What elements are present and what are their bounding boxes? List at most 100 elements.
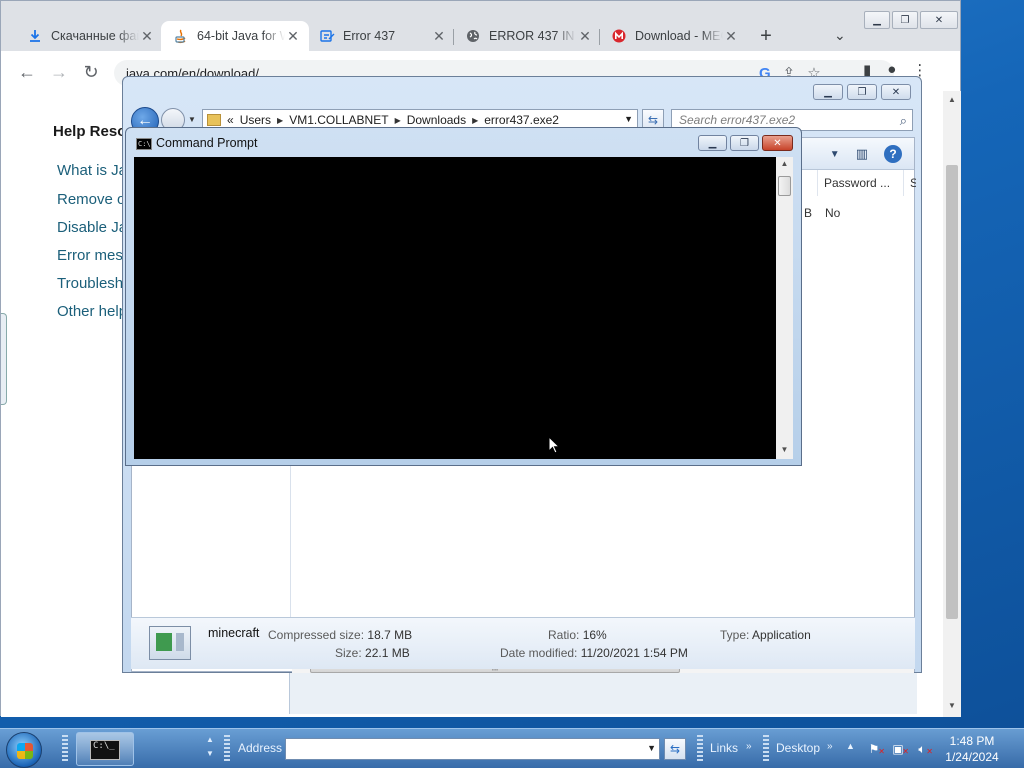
network-icon[interactable]: ▣ <box>890 741 909 760</box>
tab-downloads[interactable]: Скачанные файлы ✕ <box>15 21 163 51</box>
type-row: Type: Application <box>720 628 811 642</box>
close-button[interactable]: ✕ <box>920 11 958 29</box>
close-icon[interactable]: ✕ <box>431 28 447 45</box>
ratio-label: Ratio: <box>548 628 580 642</box>
scroll-down-icon[interactable]: ▼ <box>776 445 793 454</box>
close-icon[interactable]: ✕ <box>139 28 155 45</box>
chevron-right-icon[interactable]: » <box>827 741 833 752</box>
taskbar: C:\_ ▲ ▼ Address ▼ ⇆ Links » Desktop » ▲ … <box>0 728 1024 768</box>
background-panel <box>289 673 917 714</box>
views-dropdown-icon[interactable]: ▼ <box>830 149 840 160</box>
chevron-right-icon[interactable]: ▶ <box>277 116 283 125</box>
console-scrollbar[interactable]: ▲ ▼ <box>776 157 793 459</box>
compressed-size-label: Compressed size: <box>268 628 365 642</box>
column-header-size[interactable]: Si <box>903 170 916 196</box>
taskbar-address-input[interactable]: ▼ <box>285 738 660 760</box>
console-icon: C:\ <box>136 138 152 150</box>
type-value: Application <box>752 628 811 642</box>
edit-icon <box>319 28 335 44</box>
toolbar-grip[interactable] <box>62 735 68 763</box>
minimize-button[interactable]: ▁ <box>864 11 890 29</box>
side-drawer-handle[interactable] <box>1 313 7 405</box>
taskbar-command-prompt[interactable]: C:\_ <box>76 732 134 766</box>
forward-arrow-icon[interactable]: → <box>47 60 71 84</box>
scroll-up-icon[interactable]: ▲ <box>776 159 793 168</box>
scroll-down-icon[interactable]: ▼ <box>943 699 961 713</box>
maximize-button[interactable]: ❐ <box>847 84 877 100</box>
details-pane: minecraft Compressed size: 18.7 MB Size:… <box>131 617 915 669</box>
minimize-button[interactable]: ▁ <box>813 84 843 100</box>
tab-title: Error 437 <box>343 29 396 43</box>
chevron-down-icon[interactable]: ▼ <box>647 743 656 753</box>
toolbar-grip[interactable] <box>763 735 769 763</box>
chevron-right-icon[interactable]: » <box>746 741 752 752</box>
volume-icon[interactable]: 🔈︎ <box>914 741 933 760</box>
tab-title: Download - MEGA <box>635 29 723 43</box>
tab-title: ERROR 437 IN MINECRAFT <box>489 29 577 43</box>
chevron-right-icon[interactable]: ▶ <box>395 116 401 125</box>
page-scrollbar[interactable]: ▲ ▼ <box>943 91 961 717</box>
new-tab-button[interactable]: + <box>755 25 777 48</box>
search-placeholder: Search error437.exe2 <box>679 113 796 127</box>
desktop-toolbar-label[interactable]: Desktop <box>776 741 820 755</box>
tab-mega-download[interactable]: Download - MEGA ✕ <box>599 21 747 51</box>
compressed-size-value: 18.7 MB <box>367 628 413 642</box>
search-icon[interactable]: ⌕ <box>900 111 907 131</box>
tab-title: Скачанные файлы <box>51 29 139 43</box>
taskbar-scroll-icon[interactable]: ▲ ▼ <box>205 733 215 761</box>
command-bar-icons: ▼ ▥ ? <box>830 145 902 163</box>
tab-title: 64-bit Java for Windows <box>197 29 285 43</box>
scrollbar-thumb[interactable] <box>778 176 791 196</box>
command-prompt-window[interactable]: C:\ Command Prompt ▁ ❐ ✕ ▲ ▼ <box>125 127 802 466</box>
console-output[interactable] <box>134 157 776 459</box>
breadcrumb-downloads[interactable]: Downloads <box>407 113 466 127</box>
chevron-down-icon[interactable]: ▼ <box>624 114 633 124</box>
action-center-icon[interactable]: ⚑ <box>866 741 885 760</box>
close-button[interactable]: ✕ <box>762 135 793 151</box>
close-icon[interactable]: ✕ <box>285 28 301 45</box>
go-icon[interactable]: ⇆ <box>664 738 686 760</box>
java-icon <box>173 28 189 44</box>
breadcrumb-archive[interactable]: error437.exe2 <box>484 113 559 127</box>
browser-window-controls: ▁ ❐ ✕ <box>864 11 960 29</box>
chevron-down-icon[interactable]: ▼ <box>188 115 196 124</box>
start-button[interactable] <box>6 732 42 768</box>
breadcrumb-overflow[interactable]: « <box>227 113 234 127</box>
toolbar-grip[interactable] <box>697 735 703 763</box>
close-icon[interactable]: ✕ <box>577 28 593 45</box>
scroll-up-icon[interactable]: ▲ <box>943 93 961 107</box>
chevron-right-icon[interactable]: ▶ <box>472 116 478 125</box>
close-button[interactable]: ✕ <box>881 84 911 100</box>
maximize-button[interactable]: ❐ <box>892 11 918 29</box>
globe-icon <box>465 28 481 44</box>
show-hidden-icons[interactable]: ▲ <box>846 741 855 751</box>
toolbar-grip[interactable] <box>224 735 230 763</box>
ratio-value: 16% <box>582 628 607 642</box>
tab-java-download[interactable]: 64-bit Java for Windows ✕ <box>161 21 309 51</box>
chevron-down-icon[interactable]: ⌄ <box>834 27 846 44</box>
links-toolbar-label[interactable]: Links <box>710 741 738 755</box>
system-clock[interactable]: 1:48 PM 1/24/2024 <box>930 733 1014 765</box>
date-modified-value: 11/20/2021 1:54 PM <box>580 646 688 660</box>
ratio-row: Ratio: 16% <box>548 628 607 642</box>
scrollbar-thumb[interactable] <box>946 165 958 619</box>
size-row: Size: 22.1 MB <box>335 646 410 660</box>
tab-error-437[interactable]: Error 437 ✕ <box>307 21 455 51</box>
window-title: Command Prompt <box>156 136 258 150</box>
breadcrumb-users[interactable]: Users <box>240 113 271 127</box>
file-name: minecraft <box>208 626 260 640</box>
close-icon[interactable]: ✕ <box>723 28 739 45</box>
preview-pane-icon[interactable]: ▥ <box>856 146 868 162</box>
back-arrow-icon[interactable]: ← <box>15 60 39 84</box>
column-header-password[interactable]: Password ... <box>817 170 903 196</box>
breadcrumb-user[interactable]: VM1.COLLABNET <box>289 113 388 127</box>
mega-icon <box>611 28 627 44</box>
clock-time: 1:48 PM <box>949 734 995 748</box>
help-icon[interactable]: ? <box>884 145 902 163</box>
tab-error-437-minecraft[interactable]: ERROR 437 IN MINECRAFT ✕ <box>453 21 601 51</box>
reload-icon[interactable]: ↻ <box>79 60 103 84</box>
maximize-button[interactable]: ❐ <box>730 135 759 151</box>
minimize-button[interactable]: ▁ <box>698 135 727 151</box>
compressed-size-row: Compressed size: 18.7 MB <box>268 628 412 642</box>
help-link[interactable]: Other help <box>57 303 127 320</box>
